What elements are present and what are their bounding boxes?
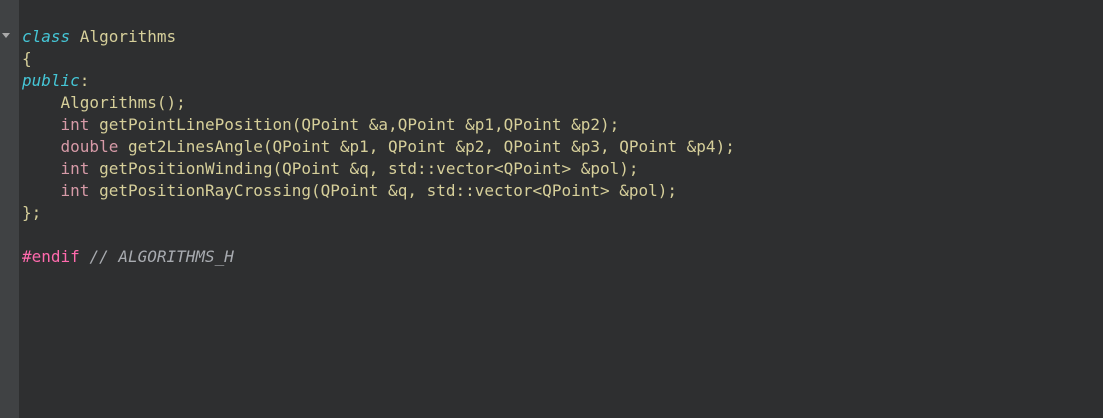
code-token: { — [22, 49, 32, 68]
code-token: : — [79, 71, 90, 90]
code-token: Algorithms(); — [22, 93, 186, 112]
code-line[interactable]: double get2LinesAngle(QPoint &p1, QPoint… — [22, 136, 735, 158]
code-token: class — [22, 27, 71, 46]
code-token: int — [60, 159, 90, 178]
code-token: double — [60, 137, 119, 156]
code-line[interactable]: class Algorithms — [22, 26, 735, 48]
code-token: getPositionWinding(QPoint &q, std::vecto… — [89, 159, 639, 178]
code-token: int — [60, 115, 90, 134]
code-token: // ALGORITHMS_H — [89, 247, 234, 266]
code-line[interactable]: public: — [22, 70, 735, 92]
code-editor[interactable]: class Algorithms{public: Algorithms(); i… — [0, 0, 1103, 418]
code-line[interactable]: { — [22, 48, 735, 70]
code-token: getPositionRayCrossing(QPoint &q, std::v… — [89, 181, 678, 200]
code-token: }; — [22, 203, 42, 222]
code-line[interactable]: #endif // ALGORITHMS_H — [22, 246, 735, 268]
code-token: getPointLinePosition(QPoint &a,QPoint &p… — [89, 115, 620, 134]
code-line[interactable] — [22, 224, 735, 246]
fold-arrow-icon[interactable] — [2, 33, 10, 38]
code-line[interactable]: int getPositionRayCrossing(QPoint &q, st… — [22, 180, 735, 202]
code-token: get2LinesAngle(QPoint &p1, QPoint &p2, Q… — [118, 137, 735, 156]
editor-gutter — [0, 0, 19, 418]
code-line[interactable]: int getPointLinePosition(QPoint &a,QPoin… — [22, 114, 735, 136]
code-token: int — [60, 181, 90, 200]
code-token: #endif — [22, 247, 80, 266]
code-line[interactable]: Algorithms(); — [22, 92, 735, 114]
code-line[interactable]: }; — [22, 202, 735, 224]
code-line[interactable]: int getPositionWinding(QPoint &q, std::v… — [22, 158, 735, 180]
code-token: Algorithms — [70, 27, 177, 46]
code-token: public — [22, 71, 80, 90]
code-text-area[interactable]: class Algorithms{public: Algorithms(); i… — [22, 26, 735, 268]
